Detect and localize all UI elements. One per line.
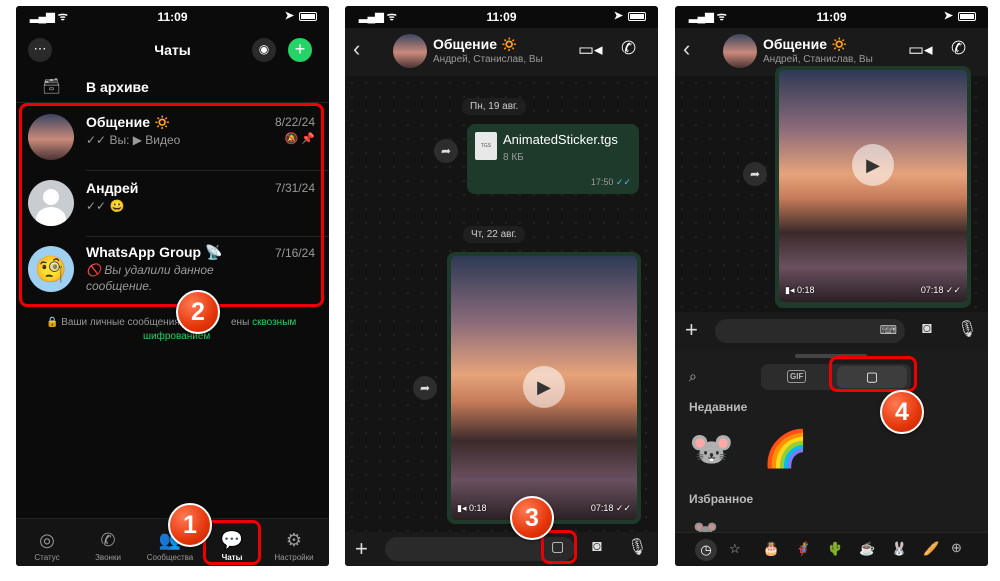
video-call-icon[interactable]: ▭◂	[578, 40, 603, 60]
section-recent: Недавние	[689, 400, 748, 414]
video-duration: ▮◂ 0:18	[457, 503, 487, 513]
encryption-text: Ваши личные сообщения	[61, 317, 180, 328]
step-badge-3: 3	[510, 496, 554, 540]
forward-icon[interactable]: ➦	[434, 139, 458, 163]
date-separator: Пн, 19 авг.	[462, 98, 527, 115]
status-bar: ▂▄▆ ᯤ 11:09 ➤	[16, 6, 329, 28]
sticker-picker-screen: ▂▄▆ ᯤ 11:09 ➤ ‹ Общение 🔅 Андрей, Станис…	[675, 6, 988, 566]
page-title: Чаты	[154, 42, 191, 58]
step-badge-2: 2	[176, 290, 220, 334]
encryption-text-end: ены	[231, 317, 250, 328]
plus-icon[interactable]: +	[355, 536, 368, 562]
forward-icon[interactable]: ➦	[743, 162, 767, 186]
step-badge-1: 1	[168, 503, 212, 547]
plus-icon[interactable]: +	[685, 317, 698, 343]
status-icon: ◎	[39, 530, 55, 550]
back-icon[interactable]: ‹	[353, 36, 360, 62]
chat-header: ‹ Общение 🔅 Андрей, Станислав, Вы ▭◂ ✆	[345, 28, 658, 76]
battery-icon: ➤	[944, 9, 976, 22]
video-message[interactable]: ▶ ▮◂ 0:18 07:18 ✓✓	[447, 252, 641, 524]
status-bar: ▂▄▆ ᯤ 11:09 ➤	[675, 6, 988, 28]
sticker-pack-icon[interactable]: ☕	[859, 541, 875, 557]
camera-icon[interactable]: ◙	[592, 538, 602, 556]
chat-members: Андрей, Станислав, Вы	[433, 54, 543, 65]
section-favorites: Избранное	[689, 492, 754, 506]
microphone-icon[interactable]: 🎙	[627, 537, 647, 557]
favorites-star-icon[interactable]: ☆	[729, 541, 741, 557]
date-separator: Чт, 22 авг.	[463, 226, 525, 243]
file-size: 8 КБ	[503, 152, 524, 163]
battery-icon: ➤	[614, 9, 646, 22]
sticker-pack-icon[interactable]: 🐰	[891, 541, 907, 557]
battery-icon: ➤	[285, 9, 317, 22]
archive-icon: 🗃	[42, 78, 62, 95]
sticker-pack-icon[interactable]: 🦸	[795, 541, 811, 557]
highlight-sticker-button	[541, 530, 577, 564]
clock: 11:09	[157, 10, 188, 24]
sticker-pack-bar: ◷ ☆ 🎂 🦸 🌵 ☕ 🐰 🥖 ⊕	[675, 532, 988, 566]
sticker-recent-2[interactable]: 🌈	[763, 428, 808, 470]
message-time: 17:50 ✓✓	[590, 177, 631, 187]
video-call-icon[interactable]: ▭◂	[908, 40, 933, 60]
status-bar: ▂▄▆ ᯤ 11:09 ➤	[345, 6, 658, 28]
step-badge-4: 4	[880, 390, 924, 434]
recent-clock-icon[interactable]: ◷	[695, 539, 717, 561]
archive-link[interactable]: В архиве	[86, 79, 149, 95]
file-icon: TGS	[475, 132, 497, 160]
forward-icon[interactable]: ➦	[413, 376, 437, 400]
file-message[interactable]: TGS AnimatedSticker.tgs 8 КБ 17:50 ✓✓	[467, 124, 639, 194]
message-input[interactable]: ⌨	[715, 319, 905, 343]
video-duration: ▮◂ 0:18	[785, 285, 815, 295]
phone-icon[interactable]: ✆	[621, 38, 636, 59]
search-icon[interactable]: ⌕	[689, 368, 697, 385]
sticker-pack-icon[interactable]: 🎂	[763, 541, 779, 557]
video-thumbnail: ▶ ▮◂ 0:18 07:18 ✓✓	[451, 256, 637, 520]
play-icon[interactable]: ▶	[523, 366, 565, 408]
camera-icon[interactable]: ◙	[922, 320, 932, 338]
sticker-pack-icon[interactable]: 🥖	[923, 541, 939, 557]
play-icon[interactable]: ▶	[852, 144, 894, 186]
chat-messages: Пн, 19 авг. ➦ TGS AnimatedSticker.tgs 8 …	[345, 76, 658, 532]
sticker-pack-icon[interactable]: 🌵	[827, 541, 843, 557]
chat-title[interactable]: Общение 🔅	[433, 36, 518, 53]
camera-icon[interactable]: ◉	[252, 38, 276, 62]
tab-calls[interactable]: ✆ Звонки	[78, 530, 138, 562]
phone-icon[interactable]: ✆	[951, 38, 966, 59]
highlight-sticker-tab	[829, 356, 917, 392]
video-message[interactable]: ▶ ▮◂ 0:18 07:18 ✓✓	[775, 66, 971, 308]
phone-icon: ✆	[100, 530, 116, 550]
gear-icon: ⚙	[285, 530, 303, 550]
message-time: 07:18 ✓✓	[590, 503, 631, 513]
avatar[interactable]	[393, 34, 427, 68]
chat-members: Андрей, Станислав, Вы	[763, 54, 873, 65]
chat-messages: ➦ ▶ ▮◂ 0:18 07:18 ✓✓	[675, 66, 988, 312]
back-icon[interactable]: ‹	[683, 36, 690, 62]
file-name: AnimatedSticker.tgs	[503, 132, 618, 147]
composer: + ⌨ ◙ 🎙	[675, 312, 988, 350]
message-time: 07:18 ✓✓	[920, 285, 961, 295]
gif-tab[interactable]: GIF	[787, 370, 807, 383]
highlight-chat-list	[19, 103, 324, 307]
chat-screen: ▂▄▆ ᯤ 11:09 ➤ ‹ Общение 🔅 Андрей, Станис…	[345, 6, 658, 566]
encryption-note: 🔒 Ваши личные сообщения	[46, 317, 180, 328]
video-thumbnail: ▶ ▮◂ 0:18 07:18 ✓✓	[779, 70, 967, 302]
keyboard-icon[interactable]: ⌨	[880, 323, 897, 337]
composer: + ▢ ◙ 🎙	[345, 532, 658, 566]
tab-settings[interactable]: ⚙ Настройки	[264, 530, 324, 562]
add-sticker-icon[interactable]: ⊕	[951, 540, 962, 556]
sticker-recent-1[interactable]: 🐭	[689, 428, 734, 470]
chat-title[interactable]: Общение 🔅	[763, 36, 848, 53]
avatar[interactable]	[723, 34, 757, 68]
encryption-link[interactable]: сквозным	[252, 317, 296, 328]
tab-status[interactable]: ◎ Статус	[17, 530, 77, 562]
microphone-icon[interactable]: 🎙	[957, 319, 977, 339]
new-chat-button[interactable]: +	[288, 38, 312, 62]
